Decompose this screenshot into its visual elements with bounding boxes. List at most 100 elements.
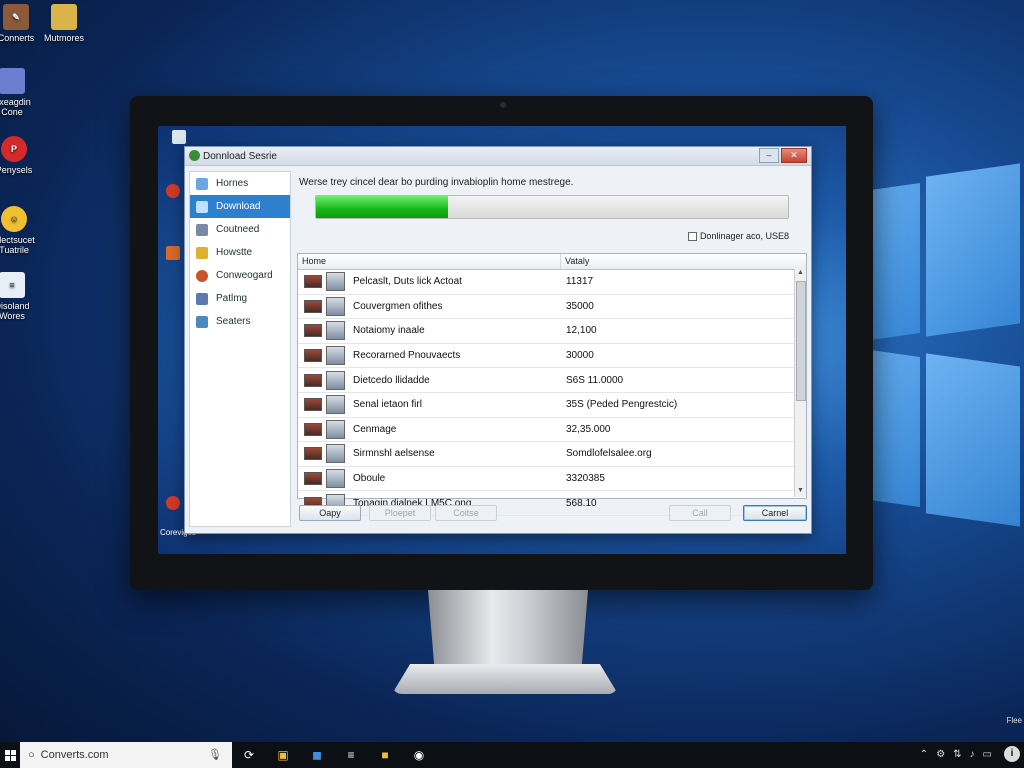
desktop-icon-exeagdin[interactable]: Exeagdin Cone: [0, 68, 42, 117]
desktop-icon-label: Penysels: [0, 165, 33, 175]
file-icon: [304, 299, 322, 313]
task-view-icon[interactable]: ⟳: [232, 742, 266, 768]
store-icon[interactable]: ▣: [266, 742, 300, 768]
row-name: Dietcedo llidadde: [353, 374, 430, 386]
button-bar: Oapy Ploepet Coitse Call Carnel: [297, 505, 807, 523]
row-name-cell: Cenmage: [298, 419, 560, 439]
outlook-icon[interactable]: ◼: [300, 742, 334, 768]
tray-settings-icon[interactable]: ⚙: [936, 749, 945, 760]
table-scrollbar[interactable]: ▲ ▼: [794, 269, 806, 497]
scroll-up-icon[interactable]: ▲: [795, 269, 806, 279]
monitor-screen: Coreviges Donnload Sesrie – ✕ Hornes Dow…: [158, 126, 846, 554]
row-value: 3320385: [566, 473, 605, 485]
table-row[interactable]: Notaiomy inaale 12,100: [298, 319, 806, 344]
microphone-icon[interactable]: 🎙: [208, 748, 222, 761]
sidebar-item-hornes[interactable]: Hornes: [190, 172, 290, 195]
sidebar-item-conweogard[interactable]: Conweogard: [190, 264, 290, 287]
row-name: Pelcaslt, Duts lick Actoat: [353, 276, 462, 288]
folder-icon[interactable]: ■: [368, 742, 402, 768]
checkbox-icon[interactable]: [687, 231, 697, 241]
desktop-icon-electsucet[interactable]: ☺ Electsucet Tuatrile: [0, 206, 44, 255]
desktop-icon-label: Exeagdin Cone: [0, 97, 31, 117]
dialog-titlebar[interactable]: Donnload Sesrie – ✕: [185, 147, 811, 166]
desktop-icon-mutmores[interactable]: Mutmores: [34, 4, 94, 43]
row-name: Recorarned Pnouvaects: [353, 350, 461, 362]
app-icon: [0, 68, 25, 94]
row-name-cell: Sirmnshl aelsense: [298, 444, 560, 464]
menu-icon[interactable]: ≡: [334, 742, 368, 768]
sidebar-item-label: Coutneed: [216, 224, 260, 235]
tray-battery-icon[interactable]: ▭: [983, 749, 992, 760]
table-row[interactable]: Recorarned Pnouvaects 30000: [298, 344, 806, 369]
column-header-vataly[interactable]: Vataly: [561, 254, 806, 269]
scroll-down-icon[interactable]: ▼: [795, 487, 806, 497]
table-row[interactable]: Cenmage 32,35.000: [298, 418, 806, 443]
document-icon: ≡: [0, 272, 25, 298]
start-button[interactable]: [0, 742, 20, 768]
file-icon: [304, 324, 322, 338]
tray-chevron-icon[interactable]: ⌃: [920, 749, 928, 760]
scroll-thumb[interactable]: [796, 281, 806, 401]
usage-indicator[interactable]: Donlinager aco, USE8: [687, 231, 789, 241]
row-value: 11317: [566, 276, 594, 288]
row-value: Somdlofelsalee.org: [566, 448, 652, 460]
mini-app-icon[interactable]: [166, 496, 180, 510]
desktop-icon-label: Electsucet Tuatrile: [0, 235, 35, 255]
file-icon: [304, 275, 322, 289]
minimize-button[interactable]: –: [759, 148, 779, 163]
status-message: Werse trey cincel dear bo purding invabi…: [299, 177, 574, 188]
star-icon: [196, 246, 208, 259]
app-icon: [189, 150, 200, 161]
notification-icon[interactable]: i: [1004, 746, 1020, 762]
thumbnail-icon: [326, 444, 345, 464]
prepet-button[interactable]: Ploepet: [369, 505, 431, 521]
mini-document-icon[interactable]: [172, 130, 186, 144]
close-action-button[interactable]: Coitse: [435, 505, 497, 521]
sidebar-item-patlmg[interactable]: Patlmg: [190, 287, 290, 310]
close-button[interactable]: ✕: [781, 148, 807, 163]
monitor: Coreviges Donnload Sesrie – ✕ Hornes Dow…: [130, 96, 873, 590]
table-row[interactable]: Senal ietaon firl 35S (Peded Pengrestcic): [298, 393, 806, 418]
sidebar-item-coutneed[interactable]: Coutneed: [190, 218, 290, 241]
sidebar-item-howstte[interactable]: Howstte: [190, 241, 290, 264]
thumbnail-icon: [326, 419, 345, 439]
desktop-icon-penysels[interactable]: P Penysels: [0, 136, 44, 175]
table-row[interactable]: Couvergmen ofithes 35000: [298, 295, 806, 320]
chrome-icon[interactable]: ◉: [402, 742, 436, 768]
sidebar-item-seaters[interactable]: Seaters: [190, 310, 290, 333]
dialog-title: Donnload Sesrie: [203, 150, 277, 162]
sidebar-item-download[interactable]: Download: [190, 195, 290, 218]
table-row[interactable]: Pelcaslt, Duts lick Actoat 11317: [298, 270, 806, 295]
file-icon: [304, 447, 322, 461]
file-icon: [304, 422, 322, 436]
row-value: 35000: [566, 300, 594, 312]
taskbar-search[interactable]: ○ Converts.com 🎙: [20, 742, 232, 768]
desktop-corner-label: Flee: [1006, 716, 1022, 725]
row-name: Notaiomy inaale: [353, 325, 425, 337]
copy-button[interactable]: Oapy: [299, 505, 361, 521]
row-value: 12,100: [566, 325, 597, 337]
call-button[interactable]: Call: [669, 505, 731, 521]
tray-volume-icon[interactable]: ♪: [970, 749, 975, 760]
row-name-cell: Oboule: [298, 469, 560, 489]
table-row[interactable]: Dietcedo llidadde S6S 11.0000: [298, 368, 806, 393]
table-row[interactable]: Oboule 3320385: [298, 467, 806, 492]
row-value: 30000: [566, 350, 594, 362]
tray-network-icon[interactable]: ⇅: [953, 749, 961, 760]
column-header-home[interactable]: Home: [298, 254, 561, 269]
mini-app-icon[interactable]: [166, 184, 180, 198]
download-dialog: Donnload Sesrie – ✕ Hornes Download Cout…: [184, 146, 812, 534]
system-tray: ⌃ ⚙ ⇅ ♪ ▭: [920, 749, 992, 760]
monitor-stand: [428, 590, 588, 668]
taskbar: ○ Converts.com 🎙 ⟳ ▣ ◼ ≡ ■ ◉ ⌃ ⚙ ⇅ ♪ ▭ i: [0, 742, 1024, 768]
list-icon: [196, 315, 208, 328]
mini-app-icon[interactable]: [166, 246, 180, 260]
folder-icon: [51, 4, 77, 30]
thumbnail-icon: [326, 395, 345, 415]
desktop-icon-disoland[interactable]: ≡ Disoland Wores: [0, 272, 42, 321]
row-value: 32,35.000: [566, 423, 611, 435]
cancel-button[interactable]: Carnel: [743, 505, 807, 521]
monitor-stand-base: [392, 664, 618, 694]
table-row[interactable]: Sirmnshl aelsense Somdlofelsalee.org: [298, 442, 806, 467]
row-name: Senal ietaon firl: [353, 399, 422, 411]
